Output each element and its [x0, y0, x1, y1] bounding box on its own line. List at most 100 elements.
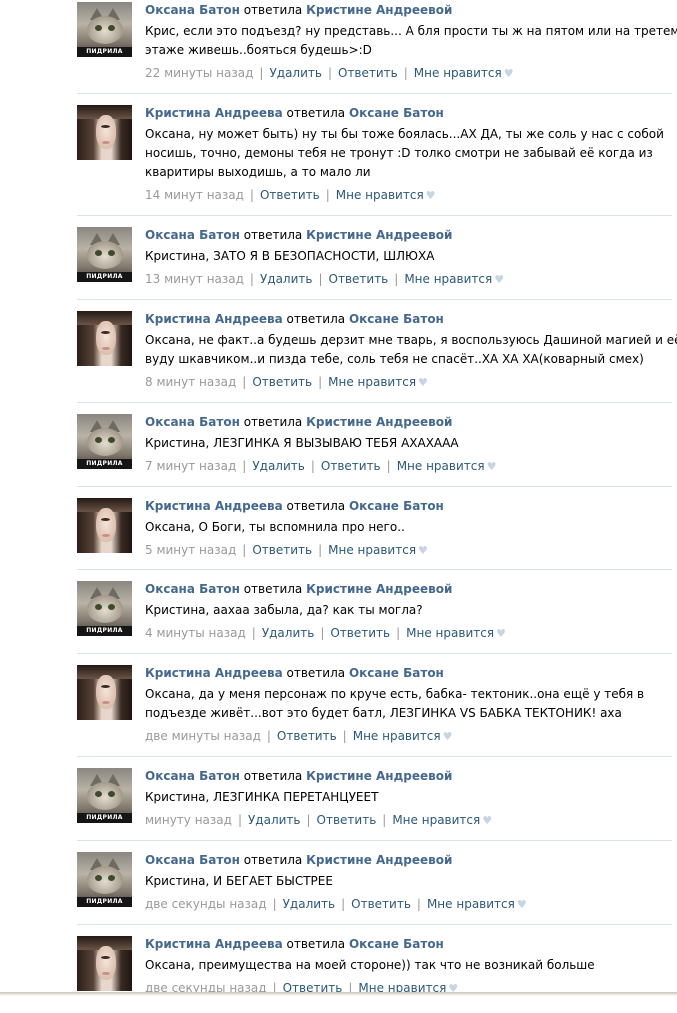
delete-link[interactable]: Удалить	[248, 813, 301, 827]
reply-target-link[interactable]: Оксане Батон	[349, 312, 444, 326]
action-separator: |	[249, 188, 254, 202]
like-link[interactable]: Мне нравится	[392, 813, 480, 827]
author-link[interactable]: Оксана Батон	[145, 228, 240, 242]
action-separator: |	[403, 66, 408, 80]
heart-icon[interactable]: ♥	[515, 898, 527, 911]
comment-time[interactable]: 7 минут назад	[145, 459, 236, 473]
reply-target-link[interactable]: Кристине Андреевой	[306, 228, 452, 242]
heart-icon[interactable]: ♥	[416, 544, 428, 557]
reply-link[interactable]: Ответить	[317, 813, 377, 827]
like-link[interactable]: Мне нравится	[328, 375, 416, 389]
heart-icon[interactable]: ♥	[416, 376, 428, 389]
like-link[interactable]: Мне нравится	[427, 897, 515, 911]
avatar-caption: ПИДРИЛА ЕБАНАЯ	[77, 272, 132, 282]
avatar-girl-lips	[102, 701, 110, 704]
delete-link[interactable]: Удалить	[269, 66, 322, 80]
heart-icon[interactable]: ♥	[485, 460, 497, 473]
author-link[interactable]: Оксана Батон	[145, 853, 240, 867]
reply-target-link[interactable]: Оксане Батон	[349, 106, 444, 120]
reply-link[interactable]: Ответить	[321, 459, 381, 473]
reply-link[interactable]: Ответить	[338, 66, 398, 80]
comment-time[interactable]: две секунды назад	[145, 897, 267, 911]
reply-link[interactable]: Ответить	[277, 729, 337, 743]
like-link[interactable]: Мне нравится	[404, 272, 492, 286]
action-separator: |	[266, 729, 271, 743]
avatar-girl-eye	[101, 685, 110, 688]
heart-icon[interactable]: ♥	[424, 189, 436, 202]
action-separator: |	[341, 897, 346, 911]
comment-time[interactable]: 22 минуты назад	[145, 66, 253, 80]
delete-link[interactable]: Удалить	[252, 459, 305, 473]
author-link[interactable]: Кристина Андреева	[145, 499, 283, 513]
comment-time[interactable]: 14 минут назад	[145, 188, 244, 202]
avatar[interactable]: ПИДРИЛА ЕБАНАЯ	[77, 2, 132, 57]
reply-target-link[interactable]: Кристине Андреевой	[306, 769, 452, 783]
comment-actions: две секунды назад | Удалить | Ответить | Мне н…	[145, 897, 527, 912]
comment-item: Кристина Андреева ответила Оксане Батон О…	[0, 652, 677, 743]
comment-time[interactable]: 5 минут назад	[145, 543, 236, 557]
like-link[interactable]: Мне нравится	[328, 543, 416, 557]
delete-link[interactable]: Удалить	[283, 897, 336, 911]
author-link[interactable]: Кристина Андреева	[145, 106, 283, 120]
reply-target-link[interactable]: Кристине Андреевой	[306, 415, 452, 429]
comment-actions: минуту назад | Удалить | Ответить | Мне нравит…	[145, 813, 492, 828]
avatar[interactable]	[77, 311, 132, 366]
reply-target-link[interactable]: Кристине Андреевой	[306, 853, 452, 867]
author-link[interactable]: Кристина Андреева	[145, 937, 283, 951]
avatar[interactable]	[77, 936, 132, 991]
avatar[interactable]: ПИДРИЛА ЕБАНАЯ	[77, 414, 132, 469]
heart-icon[interactable]: ♥	[494, 627, 506, 640]
like-link[interactable]: Мне нравится	[406, 626, 494, 640]
author-link[interactable]: Кристина Андреева	[145, 666, 283, 680]
comment-time[interactable]: две минуты назад	[145, 729, 261, 743]
comment-time[interactable]: 8 минут назад	[145, 375, 236, 389]
reply-target-link[interactable]: Оксане Батон	[349, 499, 444, 513]
reply-link[interactable]: Ответить	[330, 626, 390, 640]
avatar[interactable]: ПИДРИЛА ЕБАНАЯ	[77, 581, 132, 636]
reply-link[interactable]: Ответить	[329, 272, 389, 286]
author-link[interactable]: Оксана Батон	[145, 3, 240, 17]
action-separator: |	[318, 272, 323, 286]
like-link[interactable]: Мне нравится	[397, 459, 485, 473]
comment-text-line: носишь, точно, демоны тебя не тронут :D …	[145, 146, 653, 160]
reply-target-link[interactable]: Кристине Андреевой	[306, 582, 452, 596]
reply-link[interactable]: Ответить	[260, 188, 320, 202]
author-link[interactable]: Оксана Батон	[145, 415, 240, 429]
avatar[interactable]	[77, 498, 132, 553]
comment-time[interactable]: минуту назад	[145, 813, 232, 827]
avatar-caption: ПИДРИЛА ЕБАНАЯ	[77, 459, 132, 469]
heart-icon[interactable]: ♥	[502, 67, 514, 80]
comment-time[interactable]: 13 минут назад	[145, 272, 244, 286]
avatar[interactable]: ПИДРИЛА ЕБАНАЯ	[77, 768, 132, 823]
avatar[interactable]	[77, 105, 132, 160]
reply-link[interactable]: Ответить	[252, 375, 312, 389]
reply-target-link[interactable]: Кристине Андреевой	[306, 3, 452, 17]
reply-link[interactable]: Ответить	[252, 543, 312, 557]
comment-actions: 14 минут назад | Ответить | Мне нравится ♥	[145, 188, 436, 203]
comment-time[interactable]: 4 минуты назад	[145, 626, 246, 640]
reply-link[interactable]: Ответить	[351, 897, 411, 911]
avatar-cat-eye1	[95, 875, 102, 881]
heart-icon[interactable]: ♥	[480, 814, 492, 827]
avatar[interactable]: ПИДРИЛА ЕБАНАЯ	[77, 852, 132, 907]
action-separator: |	[318, 543, 323, 557]
author-link[interactable]: Оксана Батон	[145, 582, 240, 596]
author-link[interactable]: Кристина Андреева	[145, 312, 283, 326]
like-link[interactable]: Мне нравится	[353, 729, 441, 743]
comment-text-line: кваритиры выходишь, а то мало ли	[145, 165, 371, 179]
comment-actions: 8 минут назад | Ответить | Мне нравится ♥	[145, 375, 428, 390]
like-link[interactable]: Мне нравится	[414, 66, 502, 80]
action-separator: |	[249, 272, 254, 286]
reply-target-link[interactable]: Оксане Батон	[349, 666, 444, 680]
avatar-cat-face	[87, 866, 123, 894]
avatar[interactable]: ПИДРИЛА ЕБАНАЯ	[77, 227, 132, 282]
author-link[interactable]: Оксана Батон	[145, 769, 240, 783]
action-separator: |	[342, 729, 347, 743]
like-link[interactable]: Мне нравится	[336, 188, 424, 202]
avatar[interactable]	[77, 665, 132, 720]
heart-icon[interactable]: ♥	[492, 273, 504, 286]
reply-target-link[interactable]: Оксане Батон	[349, 937, 444, 951]
delete-link[interactable]: Удалить	[260, 272, 313, 286]
delete-link[interactable]: Удалить	[262, 626, 315, 640]
heart-icon[interactable]: ♥	[441, 730, 453, 743]
